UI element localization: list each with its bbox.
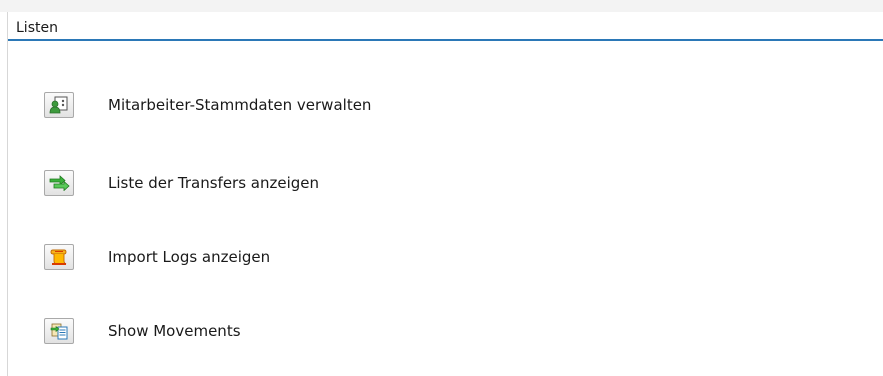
group-header: Listen: [8, 12, 883, 40]
import-logs-button[interactable]: [44, 244, 74, 270]
action-label-employee-masterdata[interactable]: Mitarbeiter-Stammdaten verwalten: [108, 96, 371, 114]
action-row-show-movements[interactable]: Show Movements: [44, 317, 241, 345]
action-row-transfers[interactable]: Liste der Transfers anzeigen: [44, 169, 319, 197]
action-row-import-logs[interactable]: Import Logs anzeigen: [44, 243, 270, 271]
log-scroll-icon: [50, 249, 67, 265]
action-label-show-movements[interactable]: Show Movements: [108, 322, 241, 340]
group-header-underline: [8, 39, 883, 41]
transfer-arrows-icon: [49, 175, 70, 191]
group-title: Listen: [16, 20, 58, 36]
movements-document-icon: [50, 323, 68, 340]
employee-masterdata-icon: [49, 96, 68, 114]
transfers-button[interactable]: [44, 170, 74, 196]
top-strip: [0, 0, 883, 12]
action-label-transfers[interactable]: Liste der Transfers anzeigen: [108, 174, 319, 192]
action-label-import-logs[interactable]: Import Logs anzeigen: [108, 248, 270, 266]
panel-left-border: [7, 12, 8, 376]
employee-masterdata-button[interactable]: [44, 92, 74, 118]
action-row-employee-masterdata[interactable]: Mitarbeiter-Stammdaten verwalten: [44, 91, 371, 119]
show-movements-button[interactable]: [44, 318, 74, 344]
listen-panel: Listen Mitarbeiter-Stammdaten verwalten …: [0, 0, 883, 376]
